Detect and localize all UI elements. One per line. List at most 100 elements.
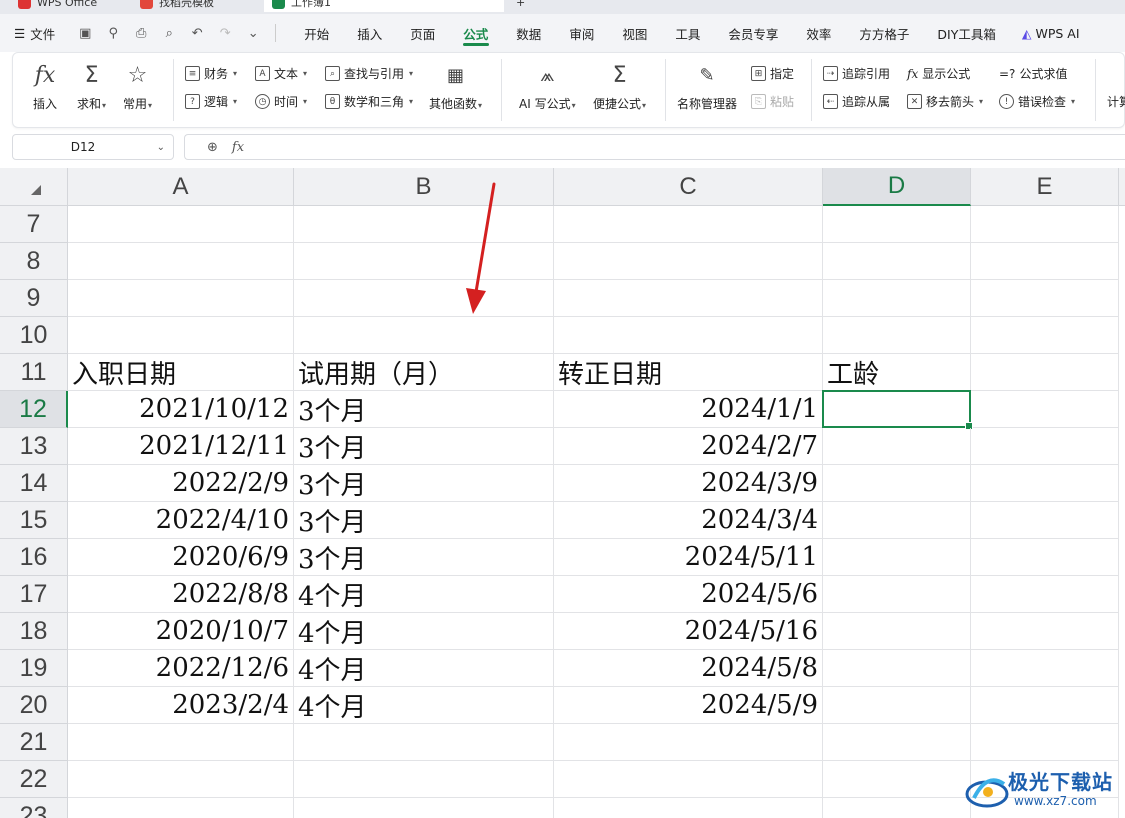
tab-workbook[interactable]: 工作簿1: [264, 0, 504, 12]
row-header[interactable]: 15: [0, 502, 68, 539]
cell-c9[interactable]: [554, 280, 823, 317]
common-functions-button[interactable]: ☆ 常用▾: [123, 61, 152, 112]
cell-d22[interactable]: [823, 761, 971, 798]
row-header[interactable]: 22: [0, 761, 68, 798]
row-header[interactable]: 18: [0, 613, 68, 650]
cell-b11[interactable]: 试用期（月）: [294, 354, 554, 391]
cell-b9[interactable]: [294, 280, 554, 317]
cell-a19[interactable]: 2022/12/6: [68, 650, 294, 687]
cell-a17[interactable]: 2022/8/8: [68, 576, 294, 613]
cell-e14[interactable]: [971, 465, 1119, 502]
cell-e12[interactable]: [971, 391, 1119, 428]
wps-ai-button[interactable]: ◭ WPS AI: [1022, 26, 1080, 41]
column-header-f[interactable]: [1119, 168, 1125, 206]
row-header[interactable]: 21: [0, 724, 68, 761]
cell-e9[interactable]: [971, 280, 1119, 317]
trace-precedents-button[interactable]: ⇢ 追踪引用: [823, 65, 890, 82]
cell-c18[interactable]: 2024/5/16: [554, 613, 823, 650]
cell-a11[interactable]: 入职日期: [68, 354, 294, 391]
menu-item[interactable]: 会员专享: [714, 14, 792, 52]
cell-a23[interactable]: [68, 798, 294, 818]
cell-b18[interactable]: 4个月: [294, 613, 554, 650]
cell-a14[interactable]: 2022/2/9: [68, 465, 294, 502]
undo-icon[interactable]: ↶: [189, 25, 205, 41]
zoom-icon[interactable]: ⊕: [207, 140, 218, 155]
column-header-b[interactable]: B: [294, 168, 554, 206]
row-header[interactable]: 9: [0, 280, 68, 317]
cell-d8[interactable]: [823, 243, 971, 280]
chevron-down-icon[interactable]: ⌄: [245, 25, 261, 41]
cell-d21[interactable]: [823, 724, 971, 761]
cell-e8[interactable]: [971, 243, 1119, 280]
cell-a20[interactable]: 2023/2/4: [68, 687, 294, 724]
row-header[interactable]: 16: [0, 539, 68, 576]
cell-a8[interactable]: [68, 243, 294, 280]
cell-a10[interactable]: [68, 317, 294, 354]
column-header-a[interactable]: A: [68, 168, 294, 206]
row-header[interactable]: 20: [0, 687, 68, 724]
column-header-c[interactable]: C: [554, 168, 823, 206]
cell-e16[interactable]: [971, 539, 1119, 576]
menu-item[interactable]: 效率: [792, 14, 845, 52]
menu-item[interactable]: 数据: [502, 14, 555, 52]
cell-a7[interactable]: [68, 206, 294, 243]
cell-d20[interactable]: [823, 687, 971, 724]
cell-a21[interactable]: [68, 724, 294, 761]
menu-item[interactable]: 插入: [343, 14, 396, 52]
cell-a13[interactable]: 2021/12/11: [68, 428, 294, 465]
cell-c19[interactable]: 2024/5/8: [554, 650, 823, 687]
row-header[interactable]: 12: [0, 391, 68, 428]
cell-d10[interactable]: [823, 317, 971, 354]
cell-c13[interactable]: 2024/2/7: [554, 428, 823, 465]
menu-item[interactable]: DIY工具箱: [923, 14, 1009, 52]
remove-arrows-button[interactable]: ✕ 移去箭头 ▾: [907, 93, 983, 110]
row-header[interactable]: 23: [0, 798, 68, 818]
cell-d23[interactable]: [823, 798, 971, 818]
cell-b13[interactable]: 3个月: [294, 428, 554, 465]
cell-b7[interactable]: [294, 206, 554, 243]
menu-item[interactable]: 方方格子: [845, 14, 923, 52]
cell-c20[interactable]: 2024/5/9: [554, 687, 823, 724]
ai-formula-button[interactable]: ⩕ AI 写公式▾: [519, 61, 576, 112]
cell-b16[interactable]: 3个月: [294, 539, 554, 576]
cell-c22[interactable]: [554, 761, 823, 798]
save-icon[interactable]: ▣: [77, 25, 93, 41]
trace-dependents-button[interactable]: ⇠ 追踪从属: [823, 93, 890, 110]
error-check-button[interactable]: ! 错误检查 ▾: [999, 93, 1075, 110]
cell-b20[interactable]: 4个月: [294, 687, 554, 724]
cell-b17[interactable]: 4个月: [294, 576, 554, 613]
cell-b12[interactable]: 3个月: [294, 391, 554, 428]
cell-e11[interactable]: [971, 354, 1119, 391]
cell-b14[interactable]: 3个月: [294, 465, 554, 502]
row-header[interactable]: 17: [0, 576, 68, 613]
show-formulas-button[interactable]: fx 显示公式: [907, 65, 970, 82]
logic-functions-button[interactable]: ? 逻辑 ▾: [185, 93, 237, 110]
new-tab-button[interactable]: +: [516, 0, 525, 12]
cell-e20[interactable]: [971, 687, 1119, 724]
tab-wps-office[interactable]: WPS Office: [18, 0, 97, 12]
column-header-d[interactable]: D: [823, 168, 971, 206]
cell-d16[interactable]: [823, 539, 971, 576]
text-functions-button[interactable]: A 文本 ▾: [255, 65, 307, 82]
row-header[interactable]: 13: [0, 428, 68, 465]
cell-d12[interactable]: [823, 391, 971, 428]
cell-b21[interactable]: [294, 724, 554, 761]
row-header[interactable]: 14: [0, 465, 68, 502]
menu-item[interactable]: 页面: [396, 14, 449, 52]
cell-a22[interactable]: [68, 761, 294, 798]
row-header[interactable]: 7: [0, 206, 68, 243]
cell-e15[interactable]: [971, 502, 1119, 539]
formula-input[interactable]: [256, 137, 1125, 157]
print-preview-icon[interactable]: ⌕: [161, 25, 177, 41]
cell-c10[interactable]: [554, 317, 823, 354]
menu-item[interactable]: 审阅: [555, 14, 608, 52]
cell-c12[interactable]: 2024/1/1: [554, 391, 823, 428]
quick-formula-button[interactable]: Σ 便捷公式▾: [593, 61, 646, 112]
chevron-down-icon[interactable]: ⌄: [157, 142, 165, 153]
autosum-button[interactable]: Σ 求和▾: [77, 61, 106, 112]
cell-e18[interactable]: [971, 613, 1119, 650]
cell-d18[interactable]: [823, 613, 971, 650]
cell-e13[interactable]: [971, 428, 1119, 465]
row-header[interactable]: 8: [0, 243, 68, 280]
cell-c7[interactable]: [554, 206, 823, 243]
